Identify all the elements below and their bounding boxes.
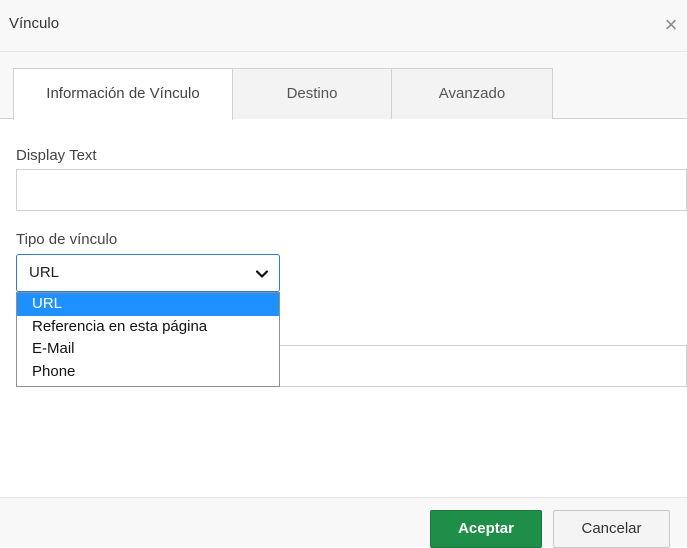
link-type-label: Tipo de vínculo [16,231,118,248]
cancel-button[interactable]: Cancelar [553,510,670,548]
display-text-input[interactable] [16,169,687,211]
link-type-select[interactable]: URL [16,254,280,292]
link-type-selected-value: URL [29,264,60,281]
option-url[interactable]: URL [17,293,279,316]
dialog-footer: Aceptar Cancelar [0,497,687,548]
option-page-reference[interactable]: Referencia en esta página [17,316,279,339]
accept-button[interactable]: Aceptar [430,510,542,548]
dialog-title-bar: Vínculo × [0,0,687,52]
display-text-label: Display Text [16,147,97,164]
chevron-down-icon [255,270,269,278]
tab-target[interactable]: Destino [233,68,392,119]
close-icon[interactable]: × [660,12,682,38]
dialog-title: Vínculo [9,15,60,32]
tab-link-info[interactable]: Información de Vínculo [13,68,233,120]
link-type-dropdown-list: URL Referencia en esta página E-Mail Pho… [16,292,280,387]
tab-bar: Información de Vínculo Destino Avanzado [0,52,687,120]
link-dialog: Vínculo × Información de Vínculo Destino… [0,0,687,548]
option-phone[interactable]: Phone [17,361,279,384]
tab-advanced[interactable]: Avanzado [392,68,553,119]
option-email[interactable]: E-Mail [17,338,279,361]
